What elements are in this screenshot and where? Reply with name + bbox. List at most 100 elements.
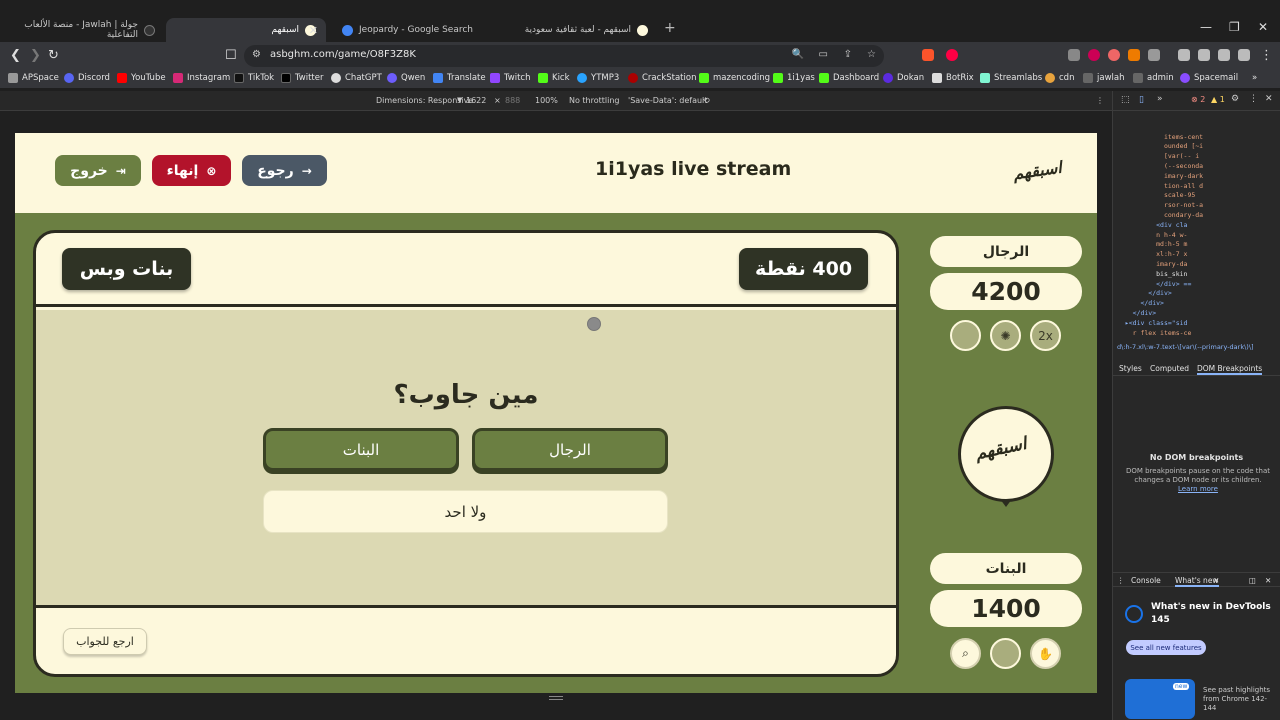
maximize-icon[interactable]: ❐ [1229,20,1240,34]
answer-none-button[interactable]: ولا احد [263,490,668,533]
back-to-answer-button[interactable]: ارجع للجواب [63,628,147,655]
bookmark-item[interactable]: TikTok [234,73,274,83]
hand-icon[interactable]: ✋ [1030,638,1061,669]
window-close-icon[interactable]: ✕ [1258,20,1268,34]
elements-code[interactable]: items-cent ounded [~i [var(-- i (--secon… [1117,113,1277,338]
logo[interactable]: اسبقهم [1012,158,1063,184]
tab-asbghm-2[interactable]: اسبقهم - لعبة ثقافية سعودية [498,18,658,42]
settings-icon[interactable]: ⚙ [1231,94,1239,104]
bookmark-item[interactable]: Kick [538,73,570,83]
bookmark-item[interactable]: cdn [1045,73,1074,83]
bookmark-item[interactable]: Discord [64,73,110,83]
highlights-thumbnail[interactable]: new [1125,679,1195,719]
breadcrumb[interactable]: d\:h-7.xl\:w-7.text-\[var\(--primary-dar… [1117,343,1273,355]
savedata-dropdown[interactable]: 'Save-Data': default [628,96,707,105]
tab-title: اسبقهم [271,25,299,35]
resize-handle[interactable] [549,696,563,700]
close-tab-icon[interactable]: ✕ [1213,576,1219,585]
height-input[interactable]: 888 [505,96,520,105]
throttle-dropdown[interactable]: No throttling [569,96,620,105]
tab-console[interactable]: Console [1131,576,1161,585]
bookmark-item[interactable]: APSpace [8,73,59,83]
bookmark-item[interactable]: Spacemail [1180,73,1238,83]
zoom-icon[interactable]: 🔍 [792,49,804,60]
menu-icon[interactable]: ⋮ [1260,48,1273,63]
search-icon[interactable]: ⌕ [950,638,981,669]
tab-dom-breakpoints[interactable]: DOM Breakpoints [1197,364,1263,375]
reload-icon[interactable]: ↻ [48,48,59,63]
extension-icon[interactable] [1088,49,1100,61]
answer-women-button[interactable]: البنات [263,428,459,471]
bookmark-item[interactable]: Twitter [281,73,324,83]
warning-count[interactable]: ▲ 1 [1211,95,1225,104]
bookmark-item[interactable]: Twitch [490,73,531,83]
cast-icon[interactable]: ▭ [819,49,828,60]
bookmark-item[interactable]: Dashboard [819,73,879,83]
brave-shield-icon[interactable] [922,49,934,61]
see-all-features-button[interactable]: See all new features [1126,640,1206,655]
bookmark-item[interactable]: jawlah [1083,73,1124,83]
address-row: ❮ ❯ ↻ ☐ ⚙ asbghm.com/game/O8F3Z8K 🔍 ▭ ⇪ … [0,42,1280,70]
error-count[interactable]: ⊗ 2 [1191,95,1205,104]
powerup-burst-icon[interactable]: ✺ [990,320,1021,351]
tab-asbghm-active[interactable]: اسبقهم ✕ [166,18,326,42]
bookmark-item[interactable]: mazencoding [699,73,770,83]
drawer-menu-icon[interactable]: ⋮ [1117,576,1125,585]
bookmark-item[interactable]: Streamlabs [980,73,1042,83]
star-icon[interactable]: ☆ [867,49,876,60]
bookmark-item[interactable]: Instagram [173,73,230,83]
bookmark-item[interactable]: 1i1yas [773,73,815,83]
forward-icon[interactable]: ❯ [30,48,41,63]
double-points-icon[interactable]: 2x [1030,320,1061,351]
bookmark-item[interactable]: YouTube [117,73,166,83]
close-tab-icon[interactable]: ✕ [309,24,318,37]
close-devtools-icon[interactable]: ✕ [1265,94,1273,104]
exit-button[interactable]: ⇥ خروج [55,155,141,186]
kebab-icon[interactable]: ⋮ [1249,94,1258,104]
dock-icon[interactable]: ◫ [1249,576,1256,585]
tab-jawlah[interactable]: جولة | Jawlah - منصة الألعاب التفاعلية [0,18,165,42]
bookmark-item[interactable]: BotRix [932,73,974,83]
share-icon[interactable]: ⇪ [844,49,852,60]
vpn-icon[interactable] [1238,49,1250,61]
learn-more-link[interactable]: Learn more [1178,485,1218,493]
device-toggle-icon[interactable]: ▯ [1139,95,1144,105]
bookmark-item[interactable]: ChatGPT [331,73,382,83]
extension-icon[interactable] [1068,49,1080,61]
more-panels-icon[interactable]: » [1157,94,1163,104]
bookmark-item[interactable]: CrackStation [628,73,696,83]
new-tab-icon[interactable]: + [664,20,676,36]
leo-icon[interactable] [1218,49,1230,61]
more-options-icon[interactable]: ⋮ [1096,96,1104,105]
back-icon[interactable]: ❮ [10,48,21,63]
end-game-button[interactable]: ⊗ إنهاء [152,155,231,186]
extension-icon[interactable] [1148,49,1160,61]
brave-rewards-icon[interactable] [946,49,958,61]
bookmark-item[interactable]: Qwen [387,73,425,83]
tab-styles[interactable]: Styles [1119,364,1142,373]
powerup-icon[interactable] [990,638,1021,669]
answer-men-button[interactable]: الرجال [472,428,668,471]
extension-icon[interactable] [1128,49,1140,61]
bookmark-item[interactable]: Translate [433,73,486,83]
site-info-icon[interactable]: ⚙ [252,49,261,60]
bookmark-item[interactable]: admin [1133,73,1174,83]
powerup-icon[interactable] [950,320,981,351]
zoom-dropdown[interactable]: 100% [535,96,558,105]
bookmark-item[interactable]: Dokan [883,73,924,83]
tab-google-search[interactable]: Jeopardy - Google Search [332,18,492,42]
close-drawer-icon[interactable]: ✕ [1265,576,1271,585]
inspect-icon[interactable]: ⬚ [1121,95,1130,105]
width-input[interactable]: 1622 [466,96,486,105]
tab-computed[interactable]: Computed [1150,364,1189,373]
omnibox[interactable]: ⚙ asbghm.com/game/O8F3Z8K 🔍 ▭ ⇪ ☆ [244,45,884,67]
bookmark-icon[interactable]: ☐ [225,48,237,63]
back-button[interactable]: → رجوع [242,155,327,186]
sidebar-icon[interactable] [1178,49,1190,61]
rotate-icon[interactable]: ⟲ [703,96,710,105]
more-bookmarks-icon[interactable]: » [1252,73,1257,83]
bookmark-item[interactable]: YTMP3 [577,73,619,83]
minimize-icon[interactable]: — [1200,20,1212,34]
wallet-icon[interactable] [1198,49,1210,61]
extension-icon[interactable] [1108,49,1120,61]
